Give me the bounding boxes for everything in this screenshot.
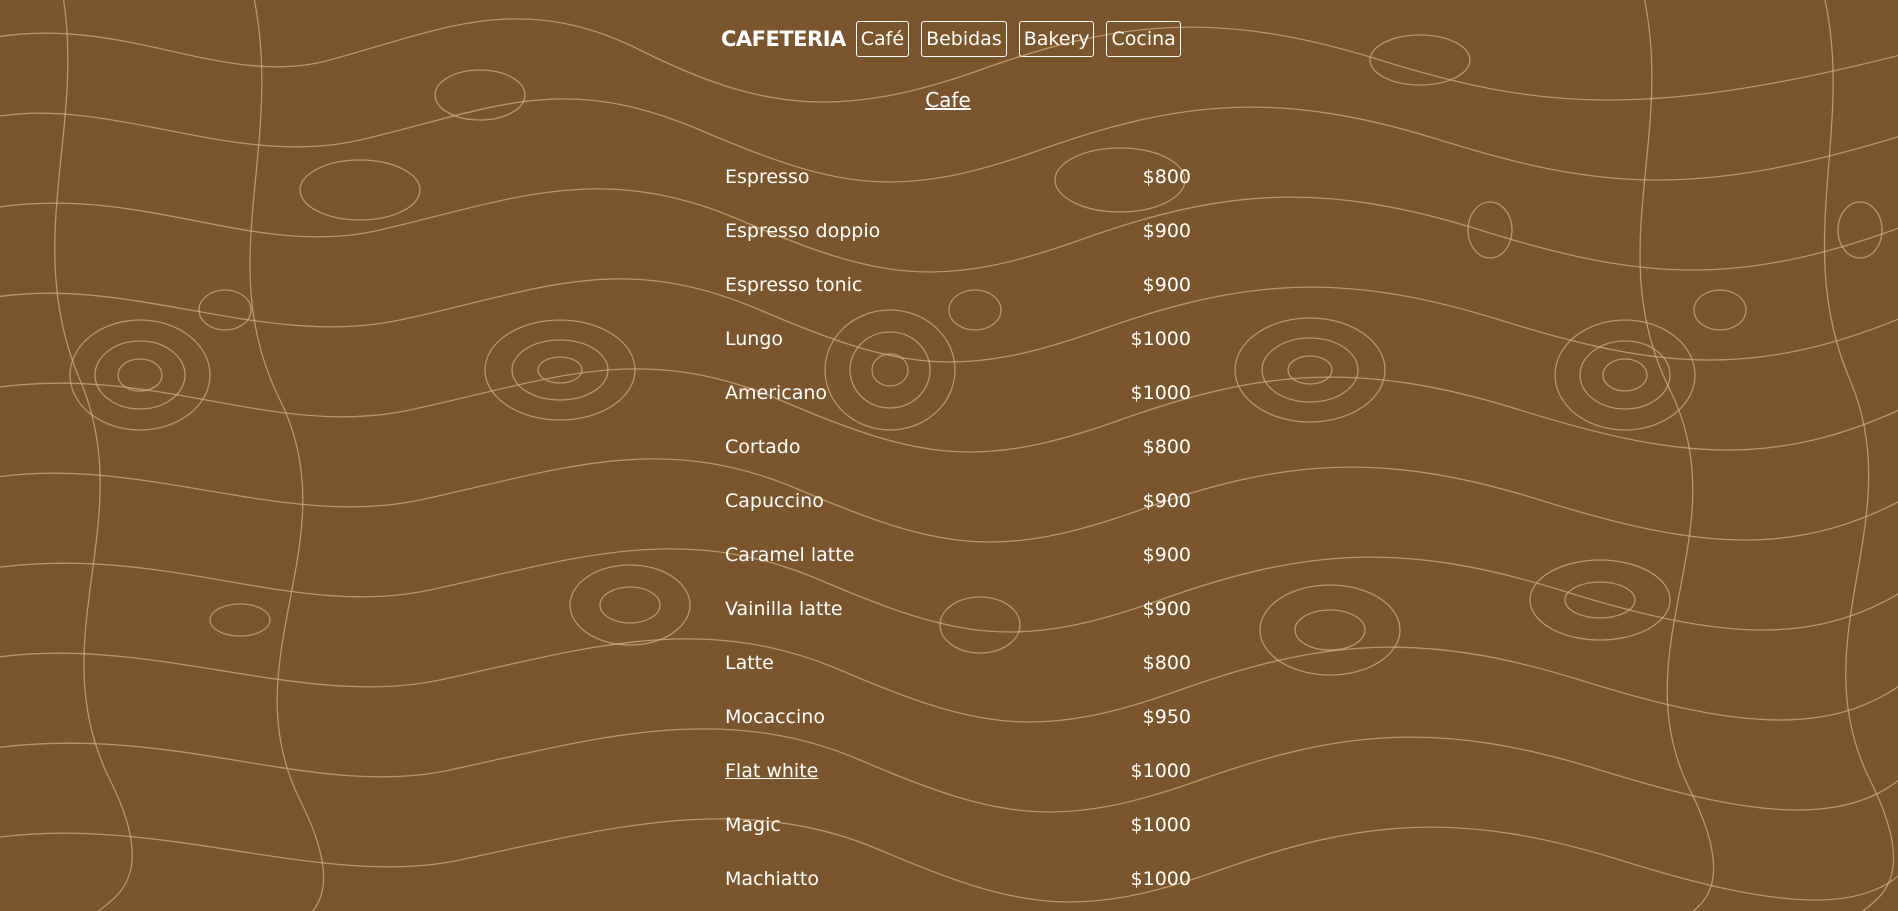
menu-item-price: $950 (1142, 706, 1191, 728)
page: CAFETERIA Café Bebidas Bakery Cocina Caf… (0, 0, 1898, 911)
menu-item-name: Cortado (725, 436, 801, 458)
menu-item-americano: Americano $1000 (725, 366, 1191, 420)
nav-button-cocina[interactable]: Cocina (1106, 21, 1181, 57)
menu-item-price: $1000 (1130, 868, 1191, 890)
menu-item-name: Machiatto (725, 868, 819, 890)
menu-item-caramel-latte: Caramel latte $900 (725, 528, 1191, 582)
nav-button-bebidas[interactable]: Bebidas (921, 21, 1007, 57)
menu-item-price: $1000 (1130, 382, 1191, 404)
menu-item-price: $900 (1142, 274, 1191, 296)
menu-list: Espresso $800 Espresso doppio $900 Espre… (725, 150, 1191, 906)
menu-item-price: $800 (1142, 166, 1191, 188)
menu-item-price: $1000 (1130, 814, 1191, 836)
menu-item-price: $900 (1142, 544, 1191, 566)
menu-item-latte: Latte $800 (725, 636, 1191, 690)
top-navbar: CAFETERIA Café Bebidas Bakery Cocina (721, 20, 1181, 58)
menu-item-name-link[interactable]: Flat white (725, 760, 818, 782)
menu-item-name: Caramel latte (725, 544, 855, 566)
menu-item-price: $900 (1142, 220, 1191, 242)
menu-item-magic: Magic $1000 (725, 798, 1191, 852)
menu-item-price: $1000 (1130, 760, 1191, 782)
menu-item-name: Vainilla latte (725, 598, 843, 620)
menu-item-price: $1000 (1130, 328, 1191, 350)
menu-item-cortado: Cortado $800 (725, 420, 1191, 474)
brand-logo[interactable]: CAFETERIA (721, 27, 846, 51)
menu-item-flat-white[interactable]: Flat white $1000 (725, 744, 1191, 798)
menu-item-price: $900 (1142, 598, 1191, 620)
menu-item-espresso-tonic: Espresso tonic $900 (725, 258, 1191, 312)
section-title: Cafe (0, 88, 1898, 112)
menu-item-mocaccino: Mocaccino $950 (725, 690, 1191, 744)
nav-button-cafe[interactable]: Café (855, 21, 910, 57)
menu-item-price: $800 (1142, 652, 1191, 674)
menu-item-name: Americano (725, 382, 828, 404)
menu-item-capuccino: Capuccino $900 (725, 474, 1191, 528)
menu-item-name: Magic (725, 814, 781, 836)
menu-item-name: Espresso tonic (725, 274, 863, 296)
section-title-text: Cafe (925, 88, 971, 112)
menu-item-espresso-doppio: Espresso doppio $900 (725, 204, 1191, 258)
menu-item-name: Latte (725, 652, 774, 674)
menu-item-machiatto: Machiatto $1000 (725, 852, 1191, 906)
nav-button-bakery[interactable]: Bakery (1018, 21, 1095, 57)
menu-item-name: Espresso doppio (725, 220, 881, 242)
menu-item-name: Capuccino (725, 490, 824, 512)
menu-item-name: Lungo (725, 328, 784, 350)
menu-item-vainilla-latte: Vainilla latte $900 (725, 582, 1191, 636)
menu-item-price: $800 (1142, 436, 1191, 458)
menu-item-name: Mocaccino (725, 706, 825, 728)
menu-item-lungo: Lungo $1000 (725, 312, 1191, 366)
menu-item-name: Espresso (725, 166, 810, 188)
menu-item-espresso: Espresso $800 (725, 150, 1191, 204)
menu-item-price: $900 (1142, 490, 1191, 512)
